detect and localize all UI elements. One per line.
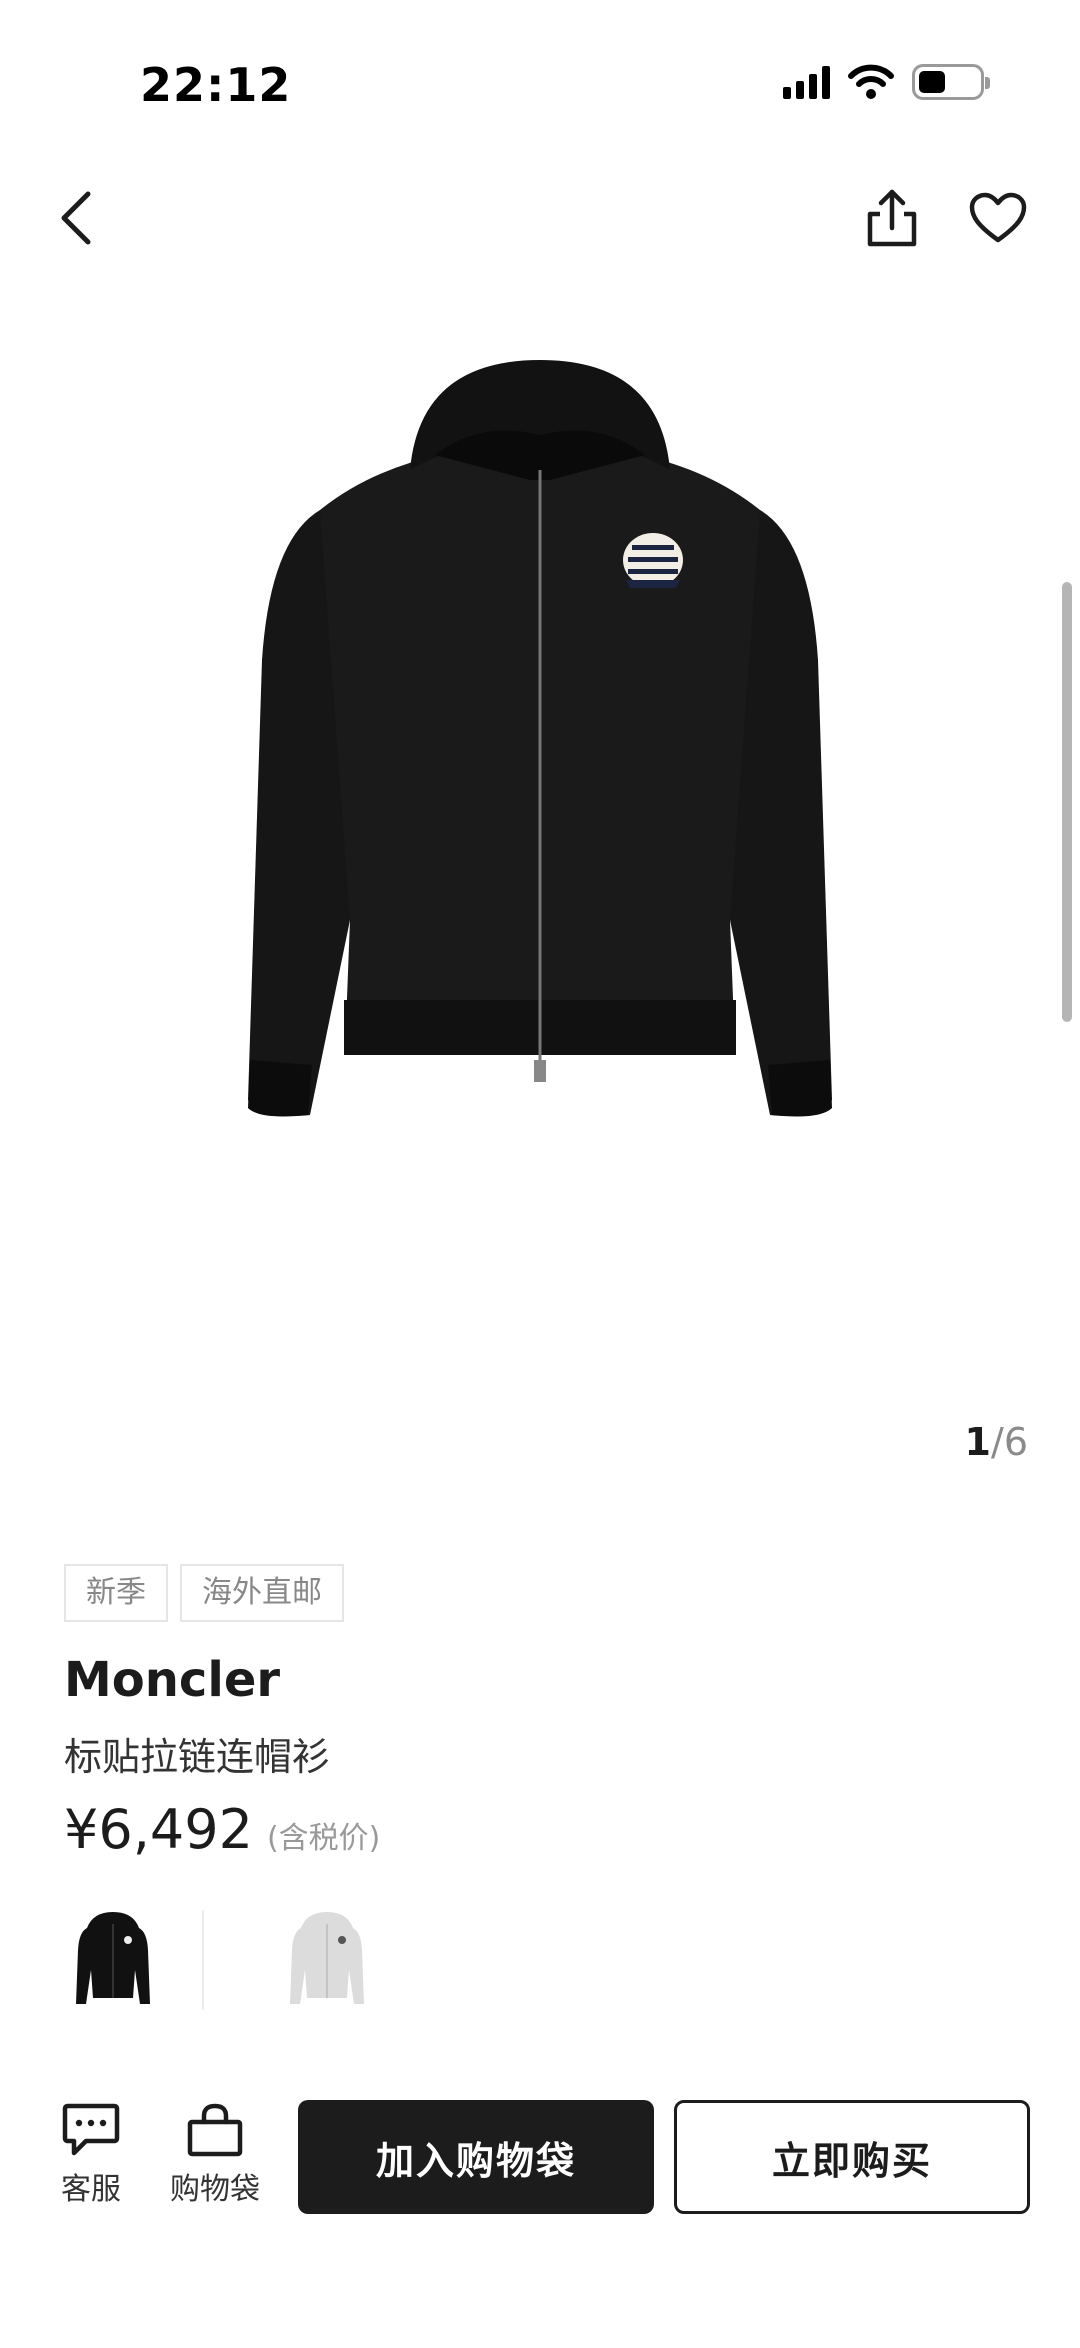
color-swatches [58, 1900, 382, 2020]
add-to-cart-button[interactable]: 加入购物袋 [298, 2100, 654, 2214]
share-icon [867, 189, 917, 247]
wifi-icon [848, 64, 894, 99]
back-arrow-icon [61, 191, 91, 245]
back-button[interactable] [36, 178, 116, 258]
favorite-button[interactable] [958, 178, 1038, 258]
grey-hoodie-thumbnail [290, 1912, 364, 2004]
customer-service-label: 客服 [61, 2172, 121, 2207]
status-icons [783, 64, 990, 100]
shopping-bag-icon [187, 2103, 243, 2157]
bottom-action-bar: 客服 购物袋 加入购物袋 立即购买 [0, 2080, 1080, 2348]
cellular-signal-icon [783, 65, 830, 99]
brand-name[interactable]: Moncler [64, 1652, 280, 1708]
gallery-scrollbar[interactable] [1062, 582, 1072, 1022]
image-counter-current: 1 [964, 1420, 991, 1464]
shopping-bag-label: 购物袋 [170, 2172, 260, 2207]
price-row: ¥6,492 (含税价) [64, 1798, 380, 1861]
nav-bar [0, 150, 1080, 280]
customer-service-button[interactable]: 客服 [36, 2102, 146, 2208]
image-counter: 1/6 [965, 1420, 1028, 1464]
price: ¥6,492 [64, 1798, 253, 1861]
product-gallery[interactable]: 1/6 [0, 290, 1080, 1464]
tax-note: (含税价) [266, 1821, 381, 1856]
product-image [248, 360, 832, 1117]
status-bar: 22:12 [0, 0, 1080, 150]
swatch-black[interactable] [58, 1900, 168, 2020]
buy-now-button[interactable]: 立即购买 [674, 2100, 1030, 2214]
battery-icon [912, 64, 990, 100]
share-button[interactable] [852, 178, 932, 258]
chat-bubble-icon [62, 2103, 120, 2156]
status-time: 22:12 [140, 58, 292, 112]
image-counter-separator: / [991, 1420, 1004, 1464]
heart-icon [969, 192, 1027, 243]
black-hoodie-thumbnail [76, 1912, 150, 2004]
tag-new-season: 新季 [64, 1564, 168, 1622]
swatch-divider [202, 1910, 204, 2010]
product-detail-page: 22:12 1/6 新季 海外直邮 Moncler 标贴拉链连帽衫 ¥6,492… [0, 0, 1080, 2348]
tag-overseas-direct: 海外直邮 [180, 1564, 344, 1622]
swatch-grey[interactable] [272, 1900, 382, 2020]
product-name: 标贴拉链连帽衫 [64, 1735, 331, 1779]
shopping-bag-button[interactable]: 购物袋 [160, 2102, 270, 2208]
image-counter-total: 6 [1003, 1420, 1028, 1464]
product-tags: 新季 海外直邮 [64, 1564, 344, 1622]
